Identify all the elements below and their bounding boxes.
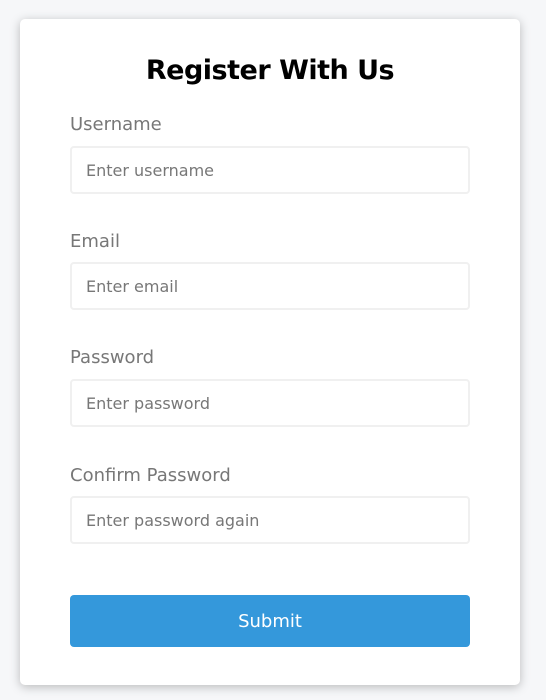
email-label: Email [70, 231, 120, 252]
email-input[interactable] [70, 262, 470, 310]
password-input[interactable] [70, 379, 470, 427]
username-label: Username [70, 114, 162, 135]
confirm-password-label: Confirm Password [70, 465, 231, 486]
form-title: Register With Us [145, 55, 395, 86]
confirm-password-input[interactable] [70, 496, 470, 544]
username-input[interactable] [70, 146, 470, 194]
submit-button[interactable]: Submit [70, 595, 470, 647]
register-form-card: Register With Us Username Email Password… [20, 19, 520, 685]
password-label: Password [70, 347, 155, 368]
